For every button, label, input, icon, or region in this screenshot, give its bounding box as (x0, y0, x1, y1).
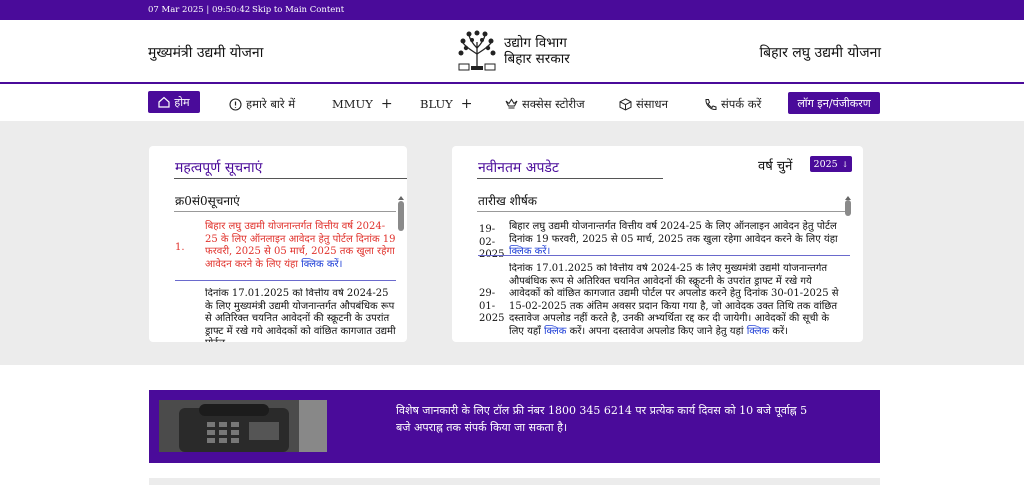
important-notices-panel: महत्वपूर्ण सूचनाएं क्र0सं0सूचनाएं 1. बिह… (149, 146, 407, 342)
important-notices-title: महत्वपूर्ण सूचनाएं (175, 160, 263, 176)
dept-line-2: बिहार सरकार (504, 51, 570, 67)
crown-icon (505, 98, 518, 109)
nav-bluy[interactable]: BLUY + (420, 93, 472, 115)
nav-contact[interactable]: संपर्क करें (704, 93, 761, 115)
department-name: उद्योग विभाग बिहार सरकार (504, 35, 570, 67)
update-date: 29-01-2025 (479, 288, 505, 324)
notice-text[interactable]: दिनांक 17.01.2025 को वित्तीय वर्ष 2024-2… (205, 288, 397, 342)
dept-line-1: उद्योग विभाग (504, 35, 567, 51)
notices-scrollbar[interactable] (398, 196, 404, 342)
notice-text[interactable]: बिहार लघु उद्यमी योजनान्तर्गत वित्तीय वर… (205, 221, 397, 271)
updates-column-header: तारीख शीर्षक (478, 194, 538, 208)
login-register-button[interactable]: लॉग इन/पंजीकरण (788, 92, 880, 114)
nav-bluy-label: BLUY (420, 97, 453, 111)
nav-mmuy[interactable]: MMUY + (332, 93, 393, 115)
row-divider (478, 255, 850, 256)
skip-to-content-link[interactable]: Skip to Main Content (252, 5, 344, 15)
divider (174, 178, 407, 179)
divider (174, 211, 396, 212)
info-icon (229, 97, 242, 111)
nav-success-label: सक्सेस स्टोरीज (522, 96, 585, 111)
click-here-link[interactable]: क्लिक (544, 326, 567, 337)
row-divider (175, 280, 396, 281)
cube-icon (619, 97, 632, 111)
nav-about[interactable]: हमारे बारे में (229, 93, 295, 115)
toll-free-info-text: विशेष जानकारी के लिए टॉल फ्री नंबर 1800 … (396, 404, 808, 434)
update-text-body: बिहार लघु उद्यमी योजनान्तर्गत वित्तीय वर… (509, 221, 838, 245)
nav-about-label: हमारे बारे में (246, 96, 296, 111)
year-value: 2025 (813, 158, 838, 170)
click-here-link[interactable]: क्लिक (747, 326, 770, 337)
plus-icon: + (380, 96, 393, 112)
notice-number: 1. (175, 242, 185, 253)
year-select-label: वर्ष चुनें (758, 159, 793, 174)
arrow-down-icon: ↓ (841, 159, 849, 169)
toll-free-banner: विशेष जानकारी के लिए टॉल फ्री नंबर 1800 … (149, 390, 880, 463)
updates-scrollbar[interactable] (845, 196, 851, 342)
bottom-edge (149, 478, 880, 485)
nav-mmuy-label: MMUY (332, 97, 373, 111)
nav-home-label: होम (174, 95, 190, 109)
top-bar: 07 Mar 2025 | 09:50:42 Skip to Main Cont… (0, 0, 1024, 20)
notices-column-header: क्र0सं0सूचनाएं (175, 194, 240, 208)
home-icon (158, 96, 170, 108)
phone-photo (159, 400, 327, 452)
header-right-title[interactable]: बिहार लघु उद्यमी योजना (759, 43, 881, 62)
scrollbar-thumb[interactable] (398, 201, 404, 231)
nav-success-stories[interactable]: सक्सेस स्टोरीज (505, 93, 585, 115)
nav-contact-label: संपर्क करें (721, 96, 762, 111)
bihar-emblem-logo[interactable] (455, 28, 499, 74)
site-header: मुख्यमंत्री उद्यमी योजना उद्योग विभाग बि… (0, 20, 1024, 84)
latest-updates-panel: नवीनतम अपडेट वर्ष चुनें 2025 ↓ तारीख शीर… (452, 146, 863, 342)
divider (477, 211, 850, 212)
update-text[interactable]: दिनांक 17.01.2025 को वित्तीय वर्ष 2024-2… (509, 263, 844, 342)
datetime-text: 07 Mar 2025 | 09:50:42 (148, 5, 251, 15)
divider (477, 178, 663, 179)
plus-icon: + (460, 96, 473, 112)
click-here-link[interactable]: क्लिक करें। (301, 259, 342, 270)
year-select-dropdown[interactable]: 2025 ↓ (810, 156, 852, 172)
latest-updates-title: नवीनतम अपडेट (478, 160, 559, 176)
scrollbar-thumb[interactable] (845, 200, 851, 216)
header-left-title[interactable]: मुख्यमंत्री उद्यमी योजना (148, 43, 263, 62)
nav-home[interactable]: होम (148, 91, 200, 113)
update-text-after: करें। अपना दस्तावेज अपलोड किए जाने हेतु … (569, 325, 744, 337)
scroll-up-arrow-icon[interactable] (398, 196, 404, 200)
tree-emblem-icon (458, 30, 496, 71)
nav-resources-label: संसाधन (636, 96, 668, 111)
update-text[interactable]: बिहार लघु उद्यमी योजनान्तर्गत वित्तीय वर… (509, 221, 844, 259)
update-text-end: करें। (772, 325, 788, 337)
phone-icon (705, 98, 717, 110)
main-nav: होम हमारे बारे में MMUY + BLUY + सक्सेस … (0, 84, 1024, 121)
nav-resources[interactable]: संसाधन (619, 93, 668, 115)
telephone-image-icon (159, 400, 327, 452)
